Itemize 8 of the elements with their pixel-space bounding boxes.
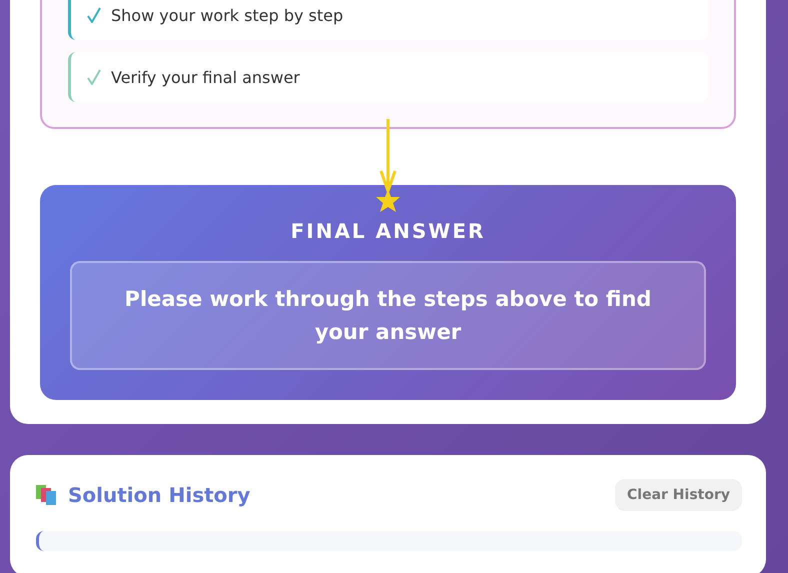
check-icon [87,7,101,23]
tip-text: Verify your final answer [111,68,300,86]
tip-text: Show your work step by step [111,6,344,24]
check-icon [87,69,101,85]
history-title: Solution History [68,483,250,507]
final-answer-message: Please work through the steps above to find your answer [70,261,706,370]
clear-history-button[interactable]: Clear History [615,479,742,511]
final-answer-title: FINAL ANSWER [290,219,486,243]
